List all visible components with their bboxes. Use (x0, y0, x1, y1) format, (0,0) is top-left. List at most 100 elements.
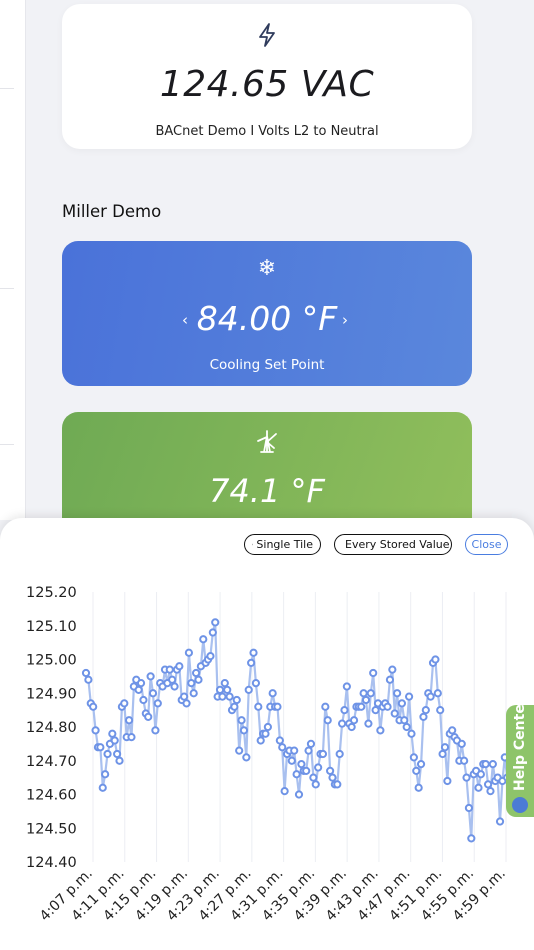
data-point (242, 753, 251, 762)
data-point (409, 753, 418, 762)
data-point (304, 746, 313, 755)
data-point (89, 702, 98, 711)
data-point (218, 692, 227, 701)
data-point (419, 712, 428, 721)
data-point (261, 729, 270, 738)
data-point (244, 685, 253, 694)
data-point (464, 803, 474, 813)
cooling-setpoint-tile[interactable]: ❄ ‹ 84.00 °F › Cooling Set Point (62, 241, 472, 386)
data-point (275, 736, 284, 745)
data-point (361, 695, 371, 705)
data-point (448, 726, 457, 735)
data-point (115, 756, 124, 765)
data-point (436, 706, 445, 715)
data-point (416, 760, 426, 769)
data-point (230, 702, 239, 711)
tower-icon (257, 430, 277, 453)
help-center-button[interactable]: Help Center (506, 697, 534, 817)
data-point (235, 746, 244, 755)
data-point (302, 766, 311, 775)
data-point (278, 743, 287, 752)
data-point (488, 760, 497, 769)
data-point (366, 689, 375, 698)
data-point (189, 689, 198, 698)
cooling-value: 84.00 °F (196, 299, 338, 338)
data-point (84, 675, 93, 684)
voltage-tile[interactable]: 124.65 VAC BACnet Demo I Volts L2 to Neu… (62, 4, 472, 149)
data-point (211, 618, 220, 627)
data-point (323, 716, 332, 725)
data-point (364, 719, 373, 728)
data-point (467, 834, 476, 843)
data-point (483, 780, 493, 789)
data-point (340, 706, 349, 715)
data-point (134, 685, 143, 694)
data-point (136, 679, 146, 688)
temperature-value: 74.1 °F (209, 472, 325, 510)
data-point (342, 682, 351, 691)
data-point (306, 739, 316, 748)
data-point (273, 702, 282, 711)
data-point (225, 692, 234, 701)
data-point (239, 726, 249, 735)
data-point (314, 763, 323, 772)
data-point (421, 706, 430, 715)
data-point (385, 675, 395, 684)
data-point (402, 722, 411, 732)
y-tick-label: 124.60 (26, 788, 77, 804)
side-divider (0, 288, 14, 289)
data-point (223, 685, 232, 694)
data-point (349, 716, 359, 725)
data-point (412, 766, 421, 775)
data-point (311, 780, 320, 789)
y-tick-label: 124.70 (26, 754, 77, 770)
data-point (124, 716, 134, 725)
data-point (457, 739, 466, 748)
data-point (139, 695, 148, 705)
increase-chevron-icon[interactable]: › (342, 311, 348, 329)
data-point (359, 689, 368, 698)
data-point (321, 702, 330, 711)
voltage-value: 124.65 VAC (159, 64, 375, 105)
y-tick-label: 125.00 (26, 653, 77, 669)
data-point (232, 695, 241, 705)
data-point (182, 699, 191, 708)
data-point (180, 692, 189, 701)
help-center-label: Help Center (512, 697, 528, 791)
data-point (98, 783, 107, 792)
side-panel-edge (0, 0, 26, 520)
data-point (187, 679, 196, 688)
data-point (440, 743, 450, 752)
data-point (376, 726, 385, 735)
data-point (151, 726, 160, 735)
data-point (146, 672, 155, 681)
data-point (371, 706, 380, 715)
data-point (476, 770, 485, 779)
data-point (357, 702, 366, 711)
data-point (318, 749, 328, 759)
data-point (390, 709, 399, 718)
data-point (108, 729, 117, 738)
data-point (397, 699, 407, 708)
data-point (486, 787, 495, 796)
section-title: Miller Demo (62, 202, 162, 221)
data-point (337, 719, 347, 728)
data-point (148, 689, 158, 698)
data-point (400, 716, 409, 725)
data-point (462, 773, 471, 782)
y-tick-label: 124.80 (26, 720, 77, 736)
data-point (474, 783, 483, 792)
data-point (249, 648, 258, 657)
data-point (326, 766, 335, 775)
data-point (481, 760, 490, 769)
data-point (165, 665, 174, 674)
data-point (103, 749, 112, 759)
data-point (199, 635, 208, 644)
data-point (144, 712, 153, 721)
help-icon (512, 797, 528, 813)
data-point (168, 675, 177, 684)
data-point (110, 736, 119, 745)
data-point (247, 658, 256, 667)
data-point (443, 776, 452, 786)
data-point (101, 770, 110, 779)
